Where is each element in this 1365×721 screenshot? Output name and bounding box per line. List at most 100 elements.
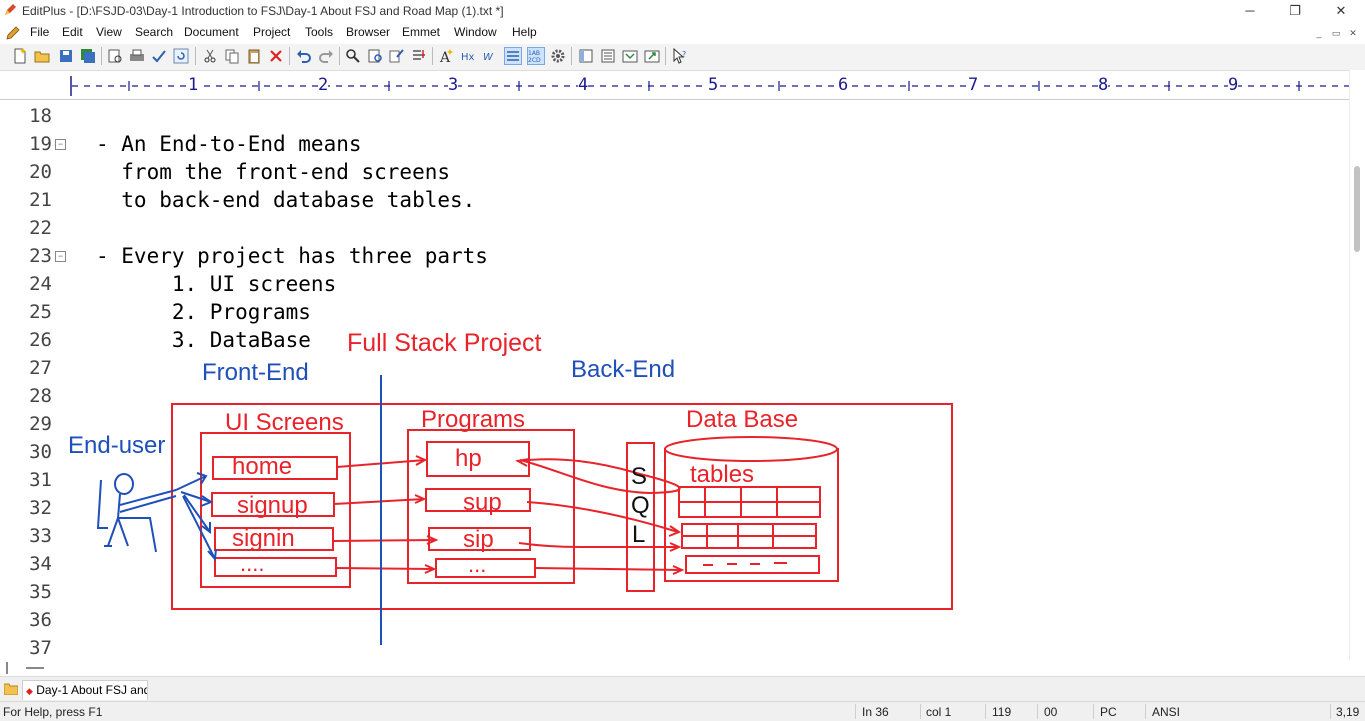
mdi-close-button[interactable]: ✕ [1345,25,1361,41]
menu-help[interactable]: Help [512,25,537,39]
paste-icon[interactable] [246,48,262,64]
line-number-icon[interactable] [504,47,522,65]
replace-icon[interactable] [367,48,383,64]
toolbar-separator [571,47,572,65]
goto-line-icon[interactable] [411,48,427,64]
toolbar-separator [432,47,433,65]
svg-text:?: ? [682,50,686,59]
open-folder-icon[interactable] [34,48,50,64]
sql-letter-s: S [631,463,647,490]
sip-label: sip [463,526,494,553]
ruler-number: 7 [968,75,979,95]
more-programs-label: ... [468,552,486,577]
ui-screens-label: UI Screens [225,409,344,436]
ink-drawing: Full Stack Project Front-End Back-End En… [68,329,953,645]
end-user-label: End-user [68,432,165,459]
programs-label: Programs [421,406,525,433]
menu-view[interactable]: View [96,25,122,39]
find-in-files-icon[interactable] [389,48,405,64]
menu-project[interactable]: Project [253,25,290,39]
spell-check-icon[interactable] [151,48,167,64]
window-title: EditPlus - [D:\FSJD-03\Day-1 Introductio… [22,4,504,18]
ruler-number: 4 [578,75,589,95]
print-preview-icon[interactable] [107,48,123,64]
status-encoding[interactable]: ANSI [1152,705,1180,719]
status-separator [855,704,856,719]
status-separator [920,704,921,719]
menu-browser[interactable]: Browser [346,25,390,39]
redo-icon[interactable] [318,48,334,64]
find-icon[interactable] [345,48,361,64]
hscroll-thumb[interactable] [26,667,44,669]
status-position: 3,19 [1336,705,1360,719]
settings-gear-icon[interactable] [550,48,566,64]
restore-button[interactable]: ❐ [1272,0,1318,22]
print-icon[interactable] [129,48,145,64]
cliptext-icon[interactable] [578,48,594,64]
delete-icon[interactable] [268,48,284,64]
svg-text:Hx: Hx [461,52,475,63]
svg-text:1AB: 1AB [528,50,540,57]
more-screens-label: .... [240,551,264,576]
context-help-icon[interactable]: ? [672,48,688,64]
document-tab[interactable]: ◆ Day-1 About FSJ and Road Map (1).txt [22,680,148,700]
scrollbar-thumb[interactable] [1354,166,1360,252]
status-column: col 1 [926,705,952,719]
save-icon[interactable] [58,48,74,64]
sql-letter-q: Q [631,492,650,519]
tables-label: tables [690,461,754,488]
toolbar: A Hx W 1AB 2CD ? [0,44,1365,71]
pencil-icon [6,26,20,40]
database-cylinder-top [664,436,838,462]
status-hex: 00 [1044,705,1058,719]
toolbar-separator [665,47,666,65]
menu-window[interactable]: Window [454,25,497,39]
svg-text:W: W [483,52,494,63]
signup-label: signup [237,492,308,519]
copy-icon[interactable] [224,48,240,64]
status-separator [1330,704,1331,719]
more-screens-box [214,557,337,577]
mdi-minimize-button[interactable]: _ [1311,25,1327,41]
status-eol[interactable]: PC [1100,705,1117,719]
toolbar-separator [289,47,290,65]
full-stack-project-label: Full Stack Project [347,329,542,357]
hex-icon[interactable]: Hx [461,48,477,64]
menu-emmet[interactable]: Emmet [402,25,440,39]
ruler-toggle-icon[interactable]: 1AB2CD [527,47,545,65]
tab-label: Day-1 About FSJ and Road Map (1).txt [36,683,147,697]
signin-label: signin [232,525,295,552]
minimize-button[interactable]: ─ [1227,0,1273,22]
menu-tools[interactable]: Tools [305,25,333,39]
output-window-icon[interactable] [644,48,660,64]
toolbar-separator [101,47,102,65]
directory-icon[interactable] [600,48,616,64]
back-end-label: Back-End [571,356,675,383]
menu-document[interactable]: Document [184,25,239,39]
vertical-scrollbar[interactable] [1349,70,1365,660]
menu-edit[interactable]: Edit [62,25,83,39]
ruler-number: 5 [708,75,719,95]
refresh-icon[interactable] [173,48,189,64]
close-button[interactable]: ✕ [1318,0,1364,22]
save-all-icon[interactable] [80,48,96,64]
ruler-number: 6 [838,75,849,95]
horizontal-scrollbar[interactable] [0,660,1365,676]
cut-icon[interactable] [202,48,218,64]
browser-view-icon[interactable] [622,48,638,64]
menu-file[interactable]: File [30,25,49,39]
folder-icon[interactable] [4,682,18,695]
menu-search[interactable]: Search [135,25,173,39]
column-ruler: 1 2 3 4 5 6 7 8 9 [0,71,1349,100]
status-separator [1093,704,1094,719]
ruler-ticks [70,76,1349,96]
mdi-restore-button[interactable]: ▭ [1328,25,1344,41]
font-icon[interactable]: A [439,48,455,64]
undo-icon[interactable] [296,48,312,64]
ruler-number: 9 [1228,75,1239,95]
ruler-number: 2 [318,75,329,95]
word-wrap-icon[interactable]: W [483,48,499,64]
editor-area[interactable]: 18 19 20 21 22 23 24 25 26 27 28 29 30 3… [0,100,1349,660]
toolbar-separator [195,47,196,65]
new-file-icon[interactable] [12,48,28,64]
